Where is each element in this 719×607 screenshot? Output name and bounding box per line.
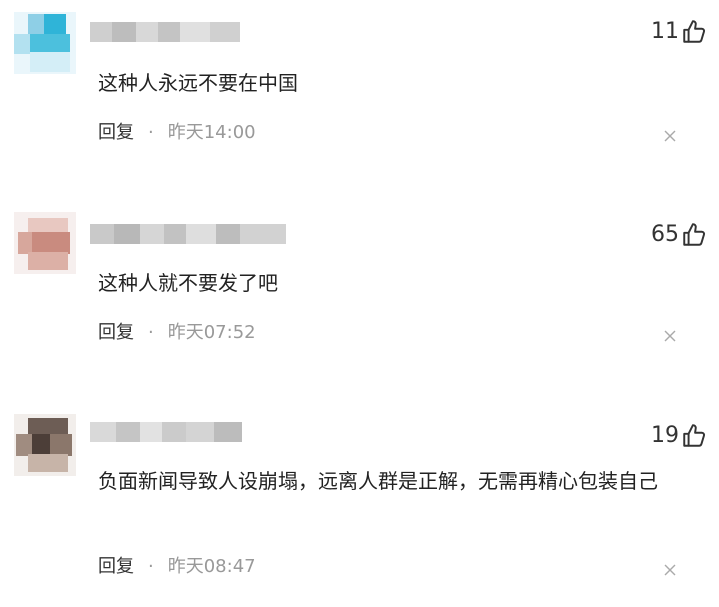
avatar[interactable] (14, 212, 76, 274)
comment-text: 负面新闻导致人设崩塌，远离人群是正解，无需再精心包装自己 (98, 469, 658, 493)
avatar[interactable] (14, 414, 76, 476)
comment-meta: 回复 · 昨天14:00 (98, 120, 256, 146)
separator-dot: · (148, 556, 154, 577)
reply-button[interactable]: 回复 (98, 556, 134, 577)
comment-text: 这种人永远不要在中国 (98, 71, 298, 95)
timestamp: 昨天08:47 (167, 556, 256, 577)
timestamp: 昨天14:00 (167, 122, 256, 143)
comment-item: 11 这种人永远不要在中国 回复 · 昨天14:00 (0, 8, 719, 158)
close-icon[interactable] (663, 129, 677, 143)
username-pixelated[interactable] (90, 422, 242, 442)
timestamp: 昨天07:52 (167, 322, 256, 343)
close-icon[interactable] (663, 329, 677, 343)
separator-dot: · (148, 122, 154, 143)
username-pixelated[interactable] (90, 224, 286, 244)
reply-button[interactable]: 回复 (98, 322, 134, 343)
thumbs-up-icon[interactable] (681, 19, 707, 45)
comment-text: 这种人就不要发了吧 (98, 271, 278, 295)
like-count: 65 (651, 222, 679, 247)
comment-item: 19 负面新闻导致人设崩塌，远离人群是正解，无需再精心包装自己 回复 · 昨天08:… (0, 412, 719, 602)
username-pixelated[interactable] (90, 22, 240, 42)
comment-meta: 回复 · 昨天07:52 (98, 320, 256, 346)
thumbs-up-icon[interactable] (681, 423, 707, 449)
comment-meta: 回复 · 昨天08:47 (98, 554, 256, 580)
thumbs-up-icon[interactable] (681, 222, 707, 248)
separator-dot: · (148, 322, 154, 343)
like-count: 19 (651, 423, 679, 448)
like-count: 11 (651, 19, 679, 44)
comment-item: 65 这种人就不要发了吧 回复 · 昨天07:52 (0, 210, 719, 360)
reply-button[interactable]: 回复 (98, 122, 134, 143)
close-icon[interactable] (663, 563, 677, 577)
avatar[interactable] (14, 12, 76, 74)
